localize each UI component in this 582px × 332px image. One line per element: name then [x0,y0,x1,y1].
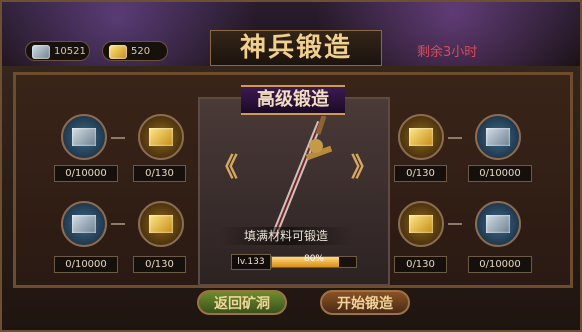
gold-resource: 520 [102,41,168,61]
slot-count: 0/10000 [468,256,532,273]
gold-material-slot-left-bottom[interactable] [138,201,184,247]
weapon-level: lv.133 [231,254,271,270]
slot-count: 0/130 [133,165,186,182]
silver-material-slot-right-top[interactable] [475,114,521,160]
previous-weapon-arrow-icon[interactable]: 《 [212,147,238,184]
silver-ingot-icon [72,215,96,233]
slot-count: 0/10000 [468,165,532,182]
silver-material-slot-right-bottom[interactable] [475,201,521,247]
silver-amount: 10521 [54,46,86,57]
forge-window: 10521 520 神兵锻造 剩余3小时 高级锻造 《 》 0/10000 0/… [0,0,582,332]
slot-count: 0/130 [394,256,447,273]
chain-link-icon [448,137,462,139]
return-to-mine-button[interactable]: 返回矿洞 [197,290,287,315]
forge-progress-bar: 80% [271,254,357,268]
gold-material-slot-right-top[interactable] [398,114,444,160]
silver-resource: 10521 [25,41,90,61]
gold-amount: 520 [131,46,151,57]
gold-ingot-icon [149,128,173,146]
advanced-forge-badge: 高级锻造 [241,85,345,115]
slot-count: 0/130 [133,256,186,273]
remaining-time: 剩余3小时 [417,45,478,60]
page-title: 神兵锻造 [210,30,382,66]
silver-ingot-icon [486,128,510,146]
next-weapon-arrow-icon[interactable]: 》 [351,147,377,184]
gold-material-slot-right-bottom[interactable] [398,201,444,247]
chain-link-icon [111,223,125,225]
chain-link-icon [111,137,125,139]
forge-progress-label: 80% [303,254,324,264]
slot-count: 0/130 [394,165,447,182]
start-forge-button[interactable]: 开始锻造 [320,290,410,315]
silver-material-slot-left-bottom[interactable] [61,201,107,247]
silver-ingot-icon [32,45,50,59]
slot-count: 0/10000 [54,165,118,182]
gold-ingot-icon [409,128,433,146]
gold-ingot-icon [409,215,433,233]
silver-ingot-icon [486,215,510,233]
gold-ingot-icon [109,45,127,59]
chain-link-icon [448,223,462,225]
forge-status-message: 填满材料可锻造 [219,227,353,245]
gold-ingot-icon [149,215,173,233]
silver-ingot-icon [72,128,96,146]
slot-count: 0/10000 [54,256,118,273]
gold-material-slot-left-top[interactable] [138,114,184,160]
silver-material-slot-left-top[interactable] [61,114,107,160]
